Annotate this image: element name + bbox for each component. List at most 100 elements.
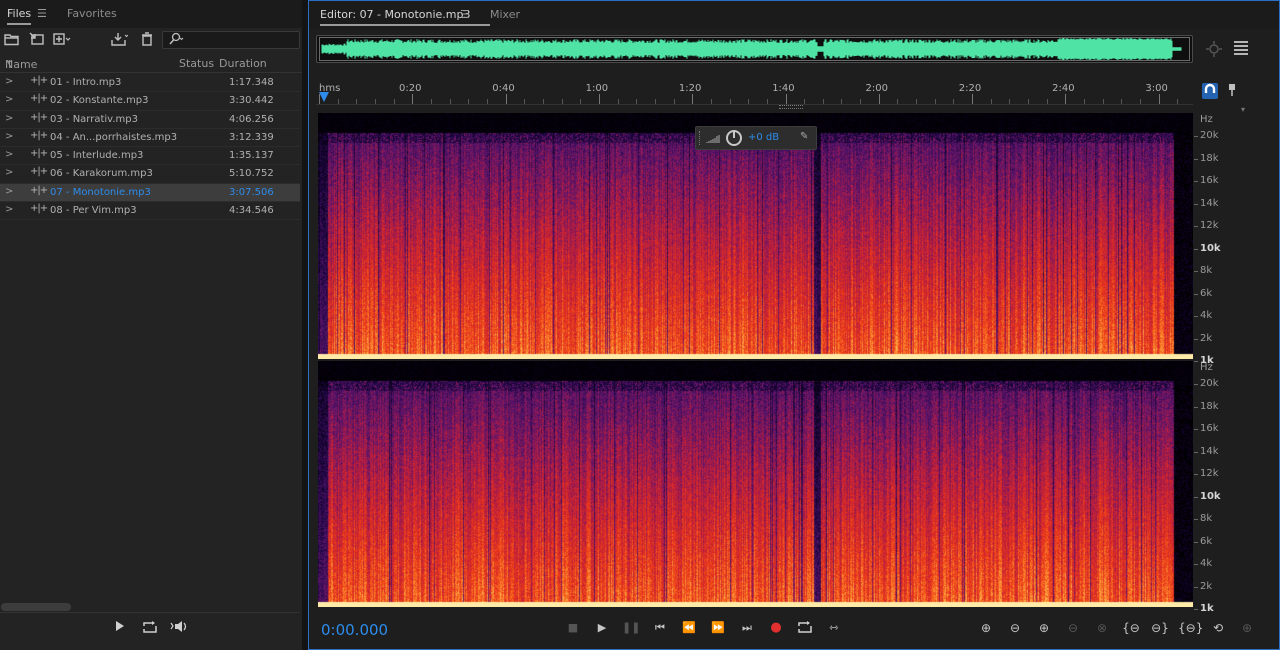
chevron-right-icon[interactable]: > bbox=[5, 186, 13, 197]
loop-playback-icon[interactable] bbox=[796, 620, 814, 636]
file-row[interactable]: > +|+ 06 - Karakorum.mp3 5:10.752 bbox=[0, 165, 300, 184]
playhead[interactable] bbox=[319, 92, 329, 102]
files-search-input[interactable] bbox=[162, 31, 300, 49]
chevron-right-icon[interactable]: > bbox=[5, 76, 13, 87]
file-row[interactable]: > +|+ 07 - Monotonie.mp3 3:07.506 bbox=[0, 183, 300, 203]
play-icon[interactable]: ▶ bbox=[593, 620, 611, 636]
hamburger-icon[interactable]: ☰ bbox=[37, 7, 47, 20]
trash-icon[interactable] bbox=[138, 32, 156, 48]
frequency-tick bbox=[1194, 384, 1198, 385]
marker-pin-icon[interactable] bbox=[1227, 83, 1237, 100]
ruler-tick bbox=[692, 94, 694, 104]
hamburger-icon[interactable]: ☰ bbox=[460, 8, 470, 21]
audio-file-icon: +|+ bbox=[30, 111, 48, 123]
gain-hud[interactable]: +0 dB ✎ bbox=[695, 126, 817, 150]
ruler-tick-label: 0:20 bbox=[399, 83, 422, 94]
tab-files[interactable]: Files bbox=[7, 7, 32, 25]
autoplay-speaker-icon[interactable] bbox=[170, 620, 188, 636]
frequency-label: 16k bbox=[1200, 175, 1219, 186]
pin-icon[interactable]: ✎ bbox=[800, 131, 808, 142]
file-row[interactable]: > +|+ 02 - Konstante.mp3 3:30.442 bbox=[0, 92, 300, 111]
audio-file-icon: +|+ bbox=[30, 148, 48, 160]
list-view-icon[interactable] bbox=[1234, 41, 1248, 55]
ruler-tick bbox=[393, 99, 395, 104]
file-row[interactable]: > +|+ 01 - Intro.mp3 1:17.348 bbox=[0, 74, 300, 93]
chevron-right-icon[interactable]: > bbox=[5, 131, 13, 142]
chevron-right-icon[interactable]: > bbox=[5, 204, 13, 215]
gain-value[interactable]: +0 dB bbox=[748, 132, 779, 143]
resize-grip[interactable] bbox=[779, 105, 803, 109]
current-time[interactable]: 0:00.000 bbox=[321, 621, 388, 639]
fast-forward-icon[interactable]: ⏩ bbox=[709, 620, 727, 636]
ruler-tick bbox=[542, 99, 544, 104]
zoom-out-amplitude-icon[interactable]: ⊖ bbox=[1004, 620, 1026, 636]
ruler-tick bbox=[337, 99, 339, 104]
horizontal-scrollbar[interactable] bbox=[1, 603, 71, 611]
ruler-tick bbox=[1158, 94, 1160, 104]
ruler-tick bbox=[916, 99, 918, 104]
loop-preview-icon[interactable] bbox=[141, 620, 159, 636]
play-preview-icon[interactable] bbox=[111, 620, 129, 636]
overview-viewport[interactable] bbox=[319, 37, 1190, 61]
zoom-frequency-icon[interactable]: ⊕ bbox=[1236, 620, 1258, 636]
pause-icon[interactable]: ❚❚ bbox=[622, 620, 640, 636]
file-row[interactable]: > +|+ 04 - An...porrhaistes.mp3 3:12.339 bbox=[0, 129, 300, 148]
frequency-tick bbox=[1194, 496, 1198, 498]
new-file-icon[interactable] bbox=[53, 32, 71, 48]
record-icon[interactable]: ● bbox=[767, 620, 785, 636]
column-duration[interactable]: Duration bbox=[219, 57, 267, 70]
ruler-tick-label: 1:40 bbox=[772, 83, 795, 94]
frequency-tick bbox=[1194, 226, 1198, 227]
hud-grip[interactable] bbox=[699, 131, 702, 145]
ruler-tick bbox=[990, 99, 992, 104]
skip-selection-icon[interactable]: ⇿ bbox=[825, 620, 843, 636]
time-ruler[interactable]: hms 0:20 0:40 1:00 1:20 1:40 2:00 2:20 2:40 3:00 bbox=[316, 79, 1193, 105]
chevron-right-icon[interactable]: > bbox=[5, 113, 13, 124]
file-name: 01 - Intro.mp3 bbox=[50, 77, 122, 88]
files-panel-tabs: Files ☰ Favorites bbox=[0, 0, 302, 28]
zoom-in-point-in-icon[interactable]: {⊖ bbox=[1120, 620, 1142, 636]
file-row[interactable]: > +|+ 08 - Per Vim.mp3 4:34.546 bbox=[0, 202, 300, 221]
chevron-right-icon[interactable]: > bbox=[5, 149, 13, 160]
tab-mixer[interactable]: Mixer bbox=[490, 8, 520, 21]
zoom-in-time-icon[interactable]: ⊕ bbox=[1033, 620, 1055, 636]
file-row[interactable]: > +|+ 05 - Interlude.mp3 1:35.137 bbox=[0, 147, 300, 166]
zoom-out-time-icon[interactable]: ⊖ bbox=[1062, 620, 1084, 636]
rewind-icon[interactable]: ⏪ bbox=[680, 620, 698, 636]
frequency-tick bbox=[1194, 248, 1198, 250]
snap-magnet-icon[interactable] bbox=[1202, 83, 1218, 99]
file-row[interactable]: > +|+ 03 - Narrativ.mp3 4:06.256 bbox=[0, 111, 300, 129]
frequency-tick bbox=[1194, 429, 1198, 430]
zoom-selection-icon[interactable]: {⊖} bbox=[1178, 620, 1203, 636]
frequency-scale-left: Hz 20k 18k 16k 14k 12k 10k 8k 6k 4k 2k 1k bbox=[1194, 113, 1280, 366]
tab-editor[interactable]: Editor: 07 - Monotonie.mp3 bbox=[320, 8, 492, 26]
gain-knob[interactable] bbox=[726, 130, 742, 146]
stop-icon[interactable]: ■ bbox=[564, 620, 582, 636]
frequency-label: 16k bbox=[1200, 423, 1219, 434]
zoom-reset-icon[interactable]: ⟲ bbox=[1207, 620, 1229, 636]
file-duration: 1:17.348 bbox=[229, 77, 274, 88]
ruler-tick-label: 1:00 bbox=[585, 83, 609, 94]
spectral-display-channel-right[interactable] bbox=[318, 361, 1193, 607]
file-duration: 3:12.339 bbox=[229, 131, 274, 143]
files-toolbar bbox=[0, 30, 302, 52]
file-name: 05 - Interlude.mp3 bbox=[50, 150, 144, 162]
insert-into-multitrack-icon[interactable] bbox=[110, 32, 129, 48]
zoom-out-full-icon[interactable]: ⊗ bbox=[1091, 620, 1113, 636]
ruler-tick bbox=[710, 99, 712, 104]
chevron-right-icon[interactable]: > bbox=[5, 94, 13, 105]
waveform-overview[interactable] bbox=[316, 35, 1193, 63]
open-folder-icon[interactable] bbox=[3, 32, 21, 48]
skip-to-start-icon[interactable]: ⏮ bbox=[651, 620, 669, 636]
frequency-label: 2k bbox=[1200, 332, 1213, 344]
ruler-tick bbox=[412, 94, 414, 104]
zoom-in-point-out-icon[interactable]: ⊖} bbox=[1149, 620, 1171, 636]
chevron-right-icon[interactable]: > bbox=[5, 167, 13, 178]
tab-favorites[interactable]: Favorites bbox=[67, 7, 117, 20]
skip-to-end-icon[interactable]: ⏭ bbox=[738, 620, 756, 636]
frequency-label: 2k bbox=[1200, 580, 1213, 592]
column-status[interactable]: Status bbox=[179, 57, 214, 70]
import-file-icon[interactable] bbox=[28, 32, 46, 48]
divider bbox=[0, 612, 300, 613]
zoom-in-amplitude-icon[interactable]: ⊕ bbox=[975, 620, 997, 636]
